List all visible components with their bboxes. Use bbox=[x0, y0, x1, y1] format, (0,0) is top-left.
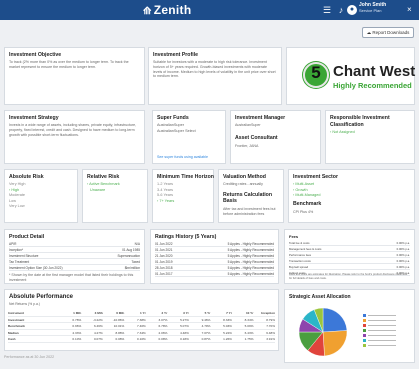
investment-manager-name: AustralianSuper bbox=[235, 123, 261, 127]
report-downloads-button[interactable]: ☁ Report Downloads bbox=[362, 27, 414, 38]
legend-swatch bbox=[363, 314, 366, 317]
investment-objective-card: Investment Objective To track (2% more t… bbox=[4, 47, 145, 105]
investment-sector-title: Investment Sector bbox=[293, 174, 338, 180]
absolute-risk-title: Absolute Risk bbox=[9, 174, 44, 180]
legend-swatch bbox=[363, 334, 366, 337]
legend-swatch bbox=[363, 339, 366, 342]
legend-label bbox=[368, 320, 396, 321]
responsible-investment-card: Responsible Investment Classification › … bbox=[325, 110, 415, 164]
valuation-method-title: Valuation Method bbox=[223, 174, 266, 180]
fees-note: Fees and costs are estimates for illustr… bbox=[289, 273, 408, 280]
user-menu[interactable]: John Smith Service Plan bbox=[359, 3, 386, 14]
absolute-performance-title: Absolute Performance bbox=[9, 294, 74, 300]
chantwest-rating-card: 5 Chant West Highly Recommended bbox=[286, 47, 415, 105]
product-detail-table: APIR N/A Inception* 01 Aug 1985 Investment S… bbox=[9, 241, 140, 271]
app-logo[interactable]: ⟰ Zenith bbox=[143, 3, 191, 17]
legend-label bbox=[368, 345, 396, 346]
legend-swatch bbox=[363, 329, 366, 332]
asset-allocation-card: Strategic Asset Allocation bbox=[284, 289, 415, 363]
menu-icon[interactable]: ☰ bbox=[322, 5, 332, 15]
legend-label bbox=[368, 340, 396, 341]
super-fund-item: AustralianSuper Select bbox=[157, 128, 196, 133]
asset-consultant-name: Frontier, JANA bbox=[235, 144, 259, 148]
sector-item: › Multi-Managed bbox=[293, 193, 321, 197]
investment-objective-title: Investment Objective bbox=[9, 52, 62, 58]
returns-basis-title: Returns Calculation Basis bbox=[223, 192, 273, 204]
asset-allocation-pie-chart bbox=[298, 307, 396, 357]
ratings-history-title: Ratings History (5 Years) bbox=[155, 234, 217, 240]
ratings-history-row: 01 Jun 2017 5 Apples - Highly Recommended bbox=[155, 272, 274, 277]
zenith-logo-icon: ⟰ bbox=[143, 6, 152, 17]
performance-table: Instrument 1 Mth 3 Mth 6 Mth 1 Yr 2 Yr 3 Yr 5 Y… bbox=[8, 310, 275, 343]
responsible-investment-value: Not Assigned bbox=[332, 130, 355, 134]
investment-manager-title: Investment Manager bbox=[235, 115, 286, 121]
download-icon: ☁ bbox=[366, 30, 372, 35]
avatar[interactable]: ● bbox=[347, 5, 357, 15]
investment-manager-card: Investment Manager AustralianSuper Asset… bbox=[230, 110, 321, 164]
pie-slice[interactable] bbox=[322, 330, 348, 357]
product-detail-note: * Shown by the date at the first manager… bbox=[9, 273, 134, 282]
investment-profile-text: Suitable for investors with a moderate t… bbox=[153, 60, 276, 79]
time-horizon-item-selected: › 7+ Years bbox=[157, 198, 175, 203]
absolute-performance-subtitle: Net Returns (% p.a.) bbox=[9, 302, 40, 306]
fees-table: Total fee & costs 0.00% p.a. Management fe… bbox=[289, 240, 410, 276]
product-detail-title: Product Detail bbox=[9, 234, 45, 240]
relative-risk-item: Unaware bbox=[90, 187, 106, 192]
time-horizon-title: Minimum Time Horizon bbox=[157, 174, 214, 180]
investment-profile-title: Investment Profile bbox=[153, 52, 198, 58]
chantwest-rating-label: Highly Recommended bbox=[333, 81, 412, 90]
legend-label bbox=[368, 325, 396, 326]
super-funds-link[interactable]: See super funds using available bbox=[157, 155, 221, 160]
fees-card: Fees Total fee & costs 0.00% p.a. Manageme… bbox=[284, 229, 415, 284]
performance-row: Cash 0.10% 0.07% 0.08% 0.10% 0.08% 0.18% 0.87% 1… bbox=[8, 337, 275, 343]
super-funds-card: Super Funds AustralianSuper AustralianSu… bbox=[152, 110, 226, 164]
asset-allocation-title: Strategic Asset Allocation bbox=[289, 294, 351, 300]
legend-label bbox=[368, 330, 396, 331]
product-detail-row: Investment Option Size (30 Jun 2022) $bn/… bbox=[9, 266, 140, 271]
ratings-history-table: 01 Jun 2022 5 Apples - Highly Recommended… bbox=[155, 241, 274, 277]
absolute-risk-card: Absolute Risk Very High › High Moderate … bbox=[4, 169, 78, 223]
relative-risk-title: Relative Risk bbox=[87, 174, 120, 180]
investment-profile-card: Investment Profile Suitable for investor… bbox=[148, 47, 282, 105]
risk-level-item: Moderate bbox=[9, 193, 26, 197]
fees-title: Fees bbox=[289, 234, 299, 239]
returns-basis-text: After tax and investment fees but before… bbox=[223, 207, 276, 216]
pie-slice[interactable] bbox=[322, 307, 348, 333]
bell-icon[interactable]: ♪ bbox=[336, 5, 346, 15]
investment-strategy-title: Investment Strategy bbox=[9, 115, 59, 121]
valuation-card: Valuation Method Crediting rates - annua… bbox=[218, 169, 284, 223]
valuation-method-value: Crediting rates - annually bbox=[223, 182, 263, 186]
super-funds-title: Super Funds bbox=[157, 115, 189, 121]
investment-strategy-text: Invests in a wide range of assets, inclu… bbox=[9, 123, 137, 137]
time-horizon-card: Minimum Time Horizon 1-2 Years 3-4 Years… bbox=[152, 169, 214, 223]
benchmark-value: CPI Plus 4% bbox=[293, 210, 314, 214]
legend-swatch bbox=[363, 324, 366, 327]
top-bar: ⟰ Zenith ☰ ♪ ● John Smith Service Plan × bbox=[0, 0, 419, 20]
close-icon[interactable]: × bbox=[407, 5, 412, 14]
benchmark-title: Benchmark bbox=[293, 201, 322, 207]
investment-strategy-card: Investment Strategy Invests in a wide ra… bbox=[4, 110, 145, 164]
legend-swatch bbox=[363, 344, 366, 347]
performance-date-footer: Performance as at 30 Jun 2022 bbox=[4, 355, 55, 359]
chantwest-rating-number: 5 bbox=[311, 63, 321, 82]
product-detail-card: Product Detail APIR N/A Inception* 01 Aug 1… bbox=[4, 229, 145, 284]
asset-consultant-title: Asset Consultant bbox=[235, 135, 278, 141]
absolute-performance-card: Absolute Performance Net Returns (% p.a.… bbox=[4, 289, 279, 351]
responsible-investment-title: Responsible Investment Classification bbox=[330, 115, 390, 128]
time-horizon-item: 1-2 Years bbox=[157, 182, 174, 186]
legend-label bbox=[368, 335, 396, 336]
investment-sector-card: Investment Sector › Multi-Asset › Growth… bbox=[288, 169, 415, 223]
legend-label bbox=[368, 315, 396, 316]
relative-risk-item-selected: › Active Benchmark bbox=[87, 182, 120, 186]
chantwest-name: Chant West bbox=[333, 63, 416, 80]
risk-level-item: Very Low bbox=[9, 204, 25, 208]
relative-risk-card: Relative Risk › Active Benchmark Unaware bbox=[82, 169, 148, 223]
ratings-history-card: Ratings History (5 Years) 01 Jun 2022 5 A… bbox=[150, 229, 279, 284]
investment-objective-text: To track (2% more than 0% as over the me… bbox=[9, 60, 129, 69]
legend-swatch bbox=[363, 319, 366, 322]
